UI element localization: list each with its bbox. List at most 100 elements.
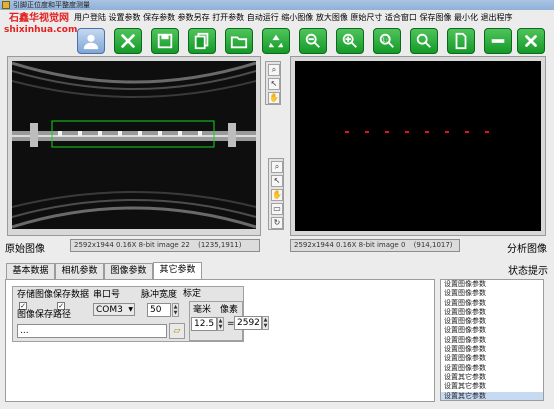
right-tool-palette: ⌕ ↖ ✋ ▭ ↻ bbox=[268, 158, 284, 230]
tab-image-params[interactable]: 图像参数 bbox=[104, 263, 153, 279]
status-log-item[interactable]: 设置图像参数 bbox=[441, 336, 543, 345]
status-panel-title: 状态提示 bbox=[508, 266, 548, 277]
app-icon bbox=[2, 1, 10, 9]
tab-camera-params[interactable]: 相机参数 bbox=[55, 263, 104, 279]
copy-icon bbox=[194, 32, 209, 50]
toolbar-label: 用户登陆 bbox=[74, 13, 109, 22]
login-button[interactable] bbox=[77, 28, 105, 54]
save-image-checkbox[interactable]: ✓ bbox=[19, 302, 27, 310]
pulse-width-spinner[interactable]: ▲ ▼ bbox=[172, 303, 179, 317]
zoom-tool-icon[interactable]: ⌕ bbox=[268, 64, 280, 76]
window-title: 引脚正位度和平整度测量 bbox=[13, 1, 90, 9]
logo-line2: shixinhua.com bbox=[4, 25, 78, 35]
minimize-button[interactable] bbox=[484, 28, 512, 54]
left-tool-palette: ⌕ ↖ ✋ bbox=[265, 61, 281, 105]
save-image-label: 存储图像 bbox=[17, 290, 54, 300]
toolbar-label: 原始尺寸 bbox=[350, 13, 385, 22]
other-params-pane: 存储图像 保存数据 ✓ ✓ 图像保存路径 串口号 COM3 ▼ 脉冲宽度 50 … bbox=[5, 279, 435, 402]
calibration-label: 标定 bbox=[183, 289, 202, 299]
zoom-tool-icon[interactable]: ⌕ bbox=[271, 161, 283, 173]
toolbar-label: 保存参数 bbox=[143, 13, 178, 22]
original-image-info: 2592x1944 0.16X 8-bit image 22 bbox=[74, 241, 190, 249]
analysis-image-info: 2592x1944 0.16X 8-bit image 0 bbox=[294, 241, 406, 249]
original-size-button[interactable]: 1:1 bbox=[373, 28, 401, 54]
toolbar-label: 保存图像 bbox=[419, 13, 455, 22]
analysis-image bbox=[295, 61, 541, 231]
toolbar-label: 设置参数 bbox=[108, 13, 144, 22]
toolbar-label: 自动运行 bbox=[246, 13, 282, 22]
original-image-view[interactable] bbox=[12, 61, 256, 229]
status-log-item[interactable]: 设置图像参数 bbox=[441, 299, 543, 308]
logo-line1: 石鑫华视觉网 bbox=[9, 13, 69, 24]
toolbar-label: 参数另存 bbox=[177, 13, 213, 22]
mm-field[interactable]: 12.5 bbox=[191, 317, 217, 331]
mm-label: 毫米 bbox=[193, 305, 212, 315]
pan-tool-icon[interactable]: ✋ bbox=[271, 189, 283, 201]
browse-folder-icon[interactable]: ▱ bbox=[169, 323, 185, 339]
port-label: 串口号 bbox=[93, 290, 121, 300]
zoom-out-icon bbox=[305, 33, 320, 48]
toolbar-label: 退出程序 bbox=[480, 13, 513, 22]
status-log-item[interactable]: 设置图像参数 bbox=[441, 364, 543, 373]
pulse-width-field[interactable]: 50 bbox=[147, 303, 171, 317]
status-log-item[interactable]: 设置其它参数 bbox=[441, 391, 543, 400]
pulse-width-label: 脉冲宽度 bbox=[141, 290, 178, 300]
pan-tool-icon[interactable]: ✋ bbox=[268, 92, 280, 104]
analysis-image-view[interactable] bbox=[295, 61, 541, 231]
recycle-icon bbox=[268, 34, 284, 48]
rectangle-tool-icon[interactable]: ▭ bbox=[271, 203, 283, 215]
save-icon bbox=[157, 33, 173, 49]
save-as-button[interactable] bbox=[188, 28, 216, 54]
open-params-button[interactable] bbox=[225, 28, 253, 54]
original-image-coords: (1235,1911) bbox=[198, 241, 242, 249]
rotate-tool-icon[interactable]: ↻ bbox=[271, 217, 283, 229]
image-path-field[interactable]: ... bbox=[17, 324, 167, 338]
analysis-image-panel bbox=[290, 56, 546, 236]
original-image bbox=[12, 61, 256, 229]
title-bar: 引脚正位度和平整度测量 bbox=[0, 0, 554, 10]
status-log-item[interactable]: 设置图像参数 bbox=[441, 308, 543, 317]
toolbar-label: 适合窗口 bbox=[384, 13, 420, 22]
tab-basic-data[interactable]: 基本数据 bbox=[6, 263, 55, 279]
analysis-image-caption: 分析图像 bbox=[507, 244, 547, 255]
image-path-label: 图像保存路径 bbox=[17, 310, 72, 320]
port-select[interactable]: COM3 ▼ bbox=[93, 303, 135, 316]
zoom-fit-icon bbox=[416, 33, 431, 48]
status-log-item[interactable]: 设置图像参数 bbox=[441, 354, 543, 363]
pointer-tool-icon[interactable]: ↖ bbox=[271, 175, 283, 187]
tab-other-params[interactable]: 其它参数 bbox=[153, 262, 202, 280]
settings-button[interactable] bbox=[114, 28, 142, 54]
original-image-status: 2592x1944 0.16X 8-bit image 22 (1235,191… bbox=[70, 239, 260, 252]
status-log-item[interactable]: 设置图像参数 bbox=[441, 289, 543, 298]
toolbar-labels: 用户登陆 设置参数 保存参数 参数另存 打开参数 自动运行 缩小图像 放大图像 … bbox=[74, 12, 552, 24]
minimize-icon bbox=[491, 39, 505, 43]
status-log-item[interactable]: 设置其它参数 bbox=[441, 373, 543, 382]
status-log[interactable]: 设置图像参数 设置图像参数 设置图像参数 设置图像参数 设置图像参数 设置图像参数 设置图像… bbox=[440, 279, 544, 401]
status-log-item[interactable]: 设置其它参数 bbox=[441, 382, 543, 391]
chevron-down-icon: ▼ bbox=[128, 306, 133, 313]
pixel-spinner[interactable]: ▲ ▼ bbox=[262, 316, 269, 330]
app-window: 引脚正位度和平整度测量 石鑫华视觉网 shixinhua.com 用户登陆 设置… bbox=[0, 0, 554, 409]
pixel-field[interactable]: 2592 bbox=[234, 316, 262, 330]
status-log-item[interactable]: 设置图像参数 bbox=[441, 345, 543, 354]
save-data-checkbox[interactable]: ✓ bbox=[57, 302, 65, 310]
status-log-item[interactable]: 设置图像参数 bbox=[441, 326, 543, 335]
exit-button[interactable] bbox=[517, 28, 545, 54]
analysis-image-status: 2592x1944 0.16X 8-bit image 0 (914,1017) bbox=[290, 239, 460, 252]
original-image-caption: 原始图像 bbox=[5, 244, 45, 255]
zoom-1to1-icon: 1:1 bbox=[379, 33, 394, 48]
status-log-item[interactable]: 设置图像参数 bbox=[441, 280, 543, 289]
zoom-in-button[interactable] bbox=[336, 28, 364, 54]
original-image-panel bbox=[7, 56, 261, 236]
save-params-button[interactable] bbox=[151, 28, 179, 54]
analysis-image-coords: (914,1017) bbox=[413, 241, 453, 249]
tools-icon bbox=[121, 34, 135, 48]
close-icon bbox=[525, 35, 537, 47]
zoom-out-button[interactable] bbox=[299, 28, 327, 54]
pointer-tool-icon[interactable]: ↖ bbox=[268, 78, 280, 90]
fit-window-button[interactable] bbox=[410, 28, 438, 54]
folder-icon bbox=[230, 36, 248, 49]
auto-run-button[interactable] bbox=[262, 28, 290, 54]
save-image-button[interactable] bbox=[447, 28, 475, 54]
mm-spinner[interactable]: ▲ ▼ bbox=[217, 317, 224, 331]
